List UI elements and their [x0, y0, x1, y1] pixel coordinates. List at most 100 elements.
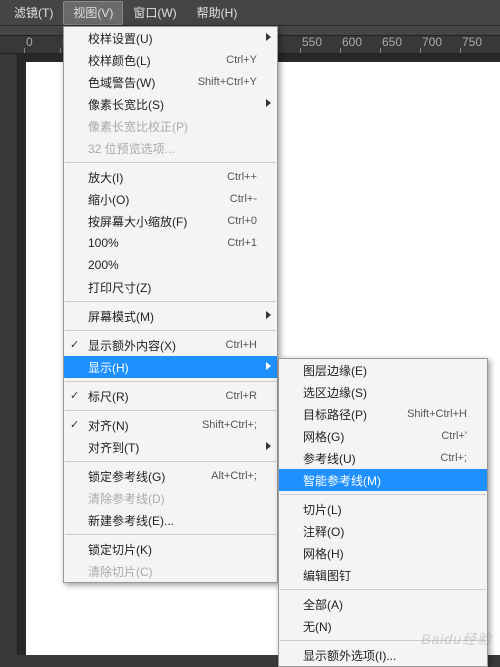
chevron-right-icon: [266, 311, 271, 319]
view-menu-item: 清除切片(C): [64, 560, 277, 582]
show-submenu: 图层边缘(E) 选区边缘(S) 目标路径(P) Shift+Ctrl+H 网格(G) Ct…: [278, 358, 488, 667]
menu-filter[interactable]: 滤镜(T): [4, 1, 63, 25]
check-icon: ✓: [70, 338, 79, 351]
view-menu-item[interactable]: 校样设置(U): [64, 27, 277, 49]
watermark: Baidu经验: [421, 629, 492, 649]
menu-item-label: 目标路径(P): [303, 406, 397, 423]
separator: [65, 330, 276, 331]
chevron-right-icon: [266, 99, 271, 107]
menu-item-label: 校样设置(U): [88, 30, 257, 47]
shortcut-label: Shift+Ctrl+;: [202, 419, 257, 431]
menu-item-label: 32 位预览选项...: [88, 140, 257, 157]
view-menu-item[interactable]: 打印尺寸(Z): [64, 276, 277, 298]
chevron-right-icon: [266, 362, 271, 370]
view-menu-item: 清除参考线(D): [64, 487, 277, 509]
menu-item-label: 显示额外内容(X): [88, 337, 216, 354]
menu-item-label: 锁定切片(K): [88, 541, 257, 558]
menu-item-label: 显示(H): [88, 359, 257, 376]
menu-item-label: 对齐(N): [88, 417, 192, 434]
show-menu-item[interactable]: 注释(O): [279, 520, 487, 542]
menu-help[interactable]: 帮助(H): [187, 1, 248, 25]
shortcut-label: Ctrl+;: [440, 452, 467, 464]
menu-item-label: 图层边缘(E): [303, 362, 467, 379]
shortcut-label: Ctrl+R: [226, 390, 257, 402]
show-menu-item[interactable]: 目标路径(P) Shift+Ctrl+H: [279, 403, 487, 425]
shortcut-label: Shift+Ctrl+H: [407, 408, 467, 420]
menu-item-label: 锁定参考线(G): [88, 468, 201, 485]
view-menu-item[interactable]: 放大(I) Ctrl++: [64, 166, 277, 188]
view-menu-item[interactable]: 显示(H): [64, 356, 277, 378]
menu-item-label: 显示额外选项(I)...: [303, 647, 467, 664]
menu-item-label: 放大(I): [88, 169, 217, 186]
view-menu-item[interactable]: 100% Ctrl+1: [64, 232, 277, 254]
menu-item-label: 新建参考线(E)...: [88, 512, 257, 529]
view-menu-item[interactable]: ✓显示额外内容(X)Ctrl+H: [64, 334, 277, 356]
show-menu-item[interactable]: 网格(H): [279, 542, 487, 564]
shortcut-label: Ctrl+1: [227, 237, 257, 249]
separator: [65, 301, 276, 302]
menu-item-label: 按屏幕大小缩放(F): [88, 213, 217, 230]
view-menu-item[interactable]: 缩小(O) Ctrl+-: [64, 188, 277, 210]
menu-item-label: 色域警告(W): [88, 74, 188, 91]
shortcut-label: Ctrl+-: [230, 193, 257, 205]
shortcut-label: Ctrl+Y: [226, 54, 257, 66]
view-menu-item[interactable]: 锁定参考线(G) Alt+Ctrl+;: [64, 465, 277, 487]
view-menu-item[interactable]: 200%: [64, 254, 277, 276]
view-menu-item[interactable]: ✓ 标尺(R) Ctrl+R: [64, 385, 277, 407]
separator: [65, 381, 276, 382]
chevron-right-icon: [266, 33, 271, 41]
menu-item-label: 缩小(O): [88, 191, 220, 208]
shortcut-label: Alt+Ctrl+;: [211, 470, 257, 482]
menu-item-label: 清除参考线(D): [88, 490, 257, 507]
menu-item-label: 智能参考线(M): [303, 472, 467, 489]
check-icon: ✓: [70, 389, 79, 402]
view-menu-item: 32 位预览选项...: [64, 137, 277, 159]
show-menu-item[interactable]: 选区边缘(S): [279, 381, 487, 403]
show-menu-item[interactable]: 图层边缘(E): [279, 359, 487, 381]
view-menu-item: 像素长宽比校正(P): [64, 115, 277, 137]
menu-item-label: 参考线(U): [303, 450, 430, 467]
shortcut-label: Ctrl++: [227, 171, 257, 183]
view-menu-item[interactable]: 锁定切片(K): [64, 538, 277, 560]
menu-item-label: 标尺(R): [88, 388, 216, 405]
menu-item-label: 200%: [88, 258, 257, 272]
shortcut-label: Ctrl+': [441, 430, 467, 442]
menu-item-label: 打印尺寸(Z): [88, 279, 257, 296]
menu-item-label: 校样颜色(L): [88, 52, 216, 69]
menu-window[interactable]: 窗口(W): [123, 1, 186, 25]
view-menu-item[interactable]: 对齐到(T): [64, 436, 277, 458]
view-menu-item[interactable]: 校样颜色(L) Ctrl+Y: [64, 49, 277, 71]
chevron-right-icon: [266, 442, 271, 450]
menu-item-label: 像素长宽比校正(P): [88, 118, 257, 135]
shortcut-label: Ctrl+0: [227, 215, 257, 227]
menu-item-label: 清除切片(C): [88, 563, 257, 580]
separator: [280, 589, 486, 590]
menu-item-label: 注释(O): [303, 523, 467, 540]
menu-item-label: 像素长宽比(S): [88, 96, 257, 113]
shortcut-label: Shift+Ctrl+Y: [198, 76, 257, 88]
view-menu-item[interactable]: 按屏幕大小缩放(F) Ctrl+0: [64, 210, 277, 232]
menu-item-label: 网格(H): [303, 545, 467, 562]
show-menu-item[interactable]: 网格(G) Ctrl+': [279, 425, 487, 447]
separator: [65, 410, 276, 411]
menu-view[interactable]: 视图(V): [63, 1, 123, 25]
show-menu-item[interactable]: 编辑图钉: [279, 564, 487, 586]
separator: [65, 534, 276, 535]
view-menu-item[interactable]: ✓对齐(N)Shift+Ctrl+;: [64, 414, 277, 436]
show-menu-item[interactable]: 切片(L): [279, 498, 487, 520]
menu-item-label: 选区边缘(S): [303, 384, 467, 401]
menu-item-label: 网格(G): [303, 428, 431, 445]
show-menu-item[interactable]: 全部(A): [279, 593, 487, 615]
separator: [65, 162, 276, 163]
view-menu-item[interactable]: 色域警告(W) Shift+Ctrl+Y: [64, 71, 277, 93]
view-menu-item[interactable]: 像素长宽比(S): [64, 93, 277, 115]
show-menu-item[interactable]: 参考线(U) Ctrl+;: [279, 447, 487, 469]
menu-item-label: 全部(A): [303, 596, 467, 613]
menu-item-label: 100%: [88, 236, 217, 250]
menu-item-label: 对齐到(T): [88, 439, 257, 456]
show-menu-item[interactable]: 智能参考线(M): [279, 469, 487, 491]
view-dropdown: 校样设置(U) 校样颜色(L) Ctrl+Y 色域警告(W) Shift+Ctrl+Y 像…: [63, 26, 278, 583]
view-menu-item[interactable]: 新建参考线(E)...: [64, 509, 277, 531]
menubar: 滤镜(T) 视图(V) 窗口(W) 帮助(H): [0, 0, 500, 26]
view-menu-item[interactable]: 屏幕模式(M): [64, 305, 277, 327]
